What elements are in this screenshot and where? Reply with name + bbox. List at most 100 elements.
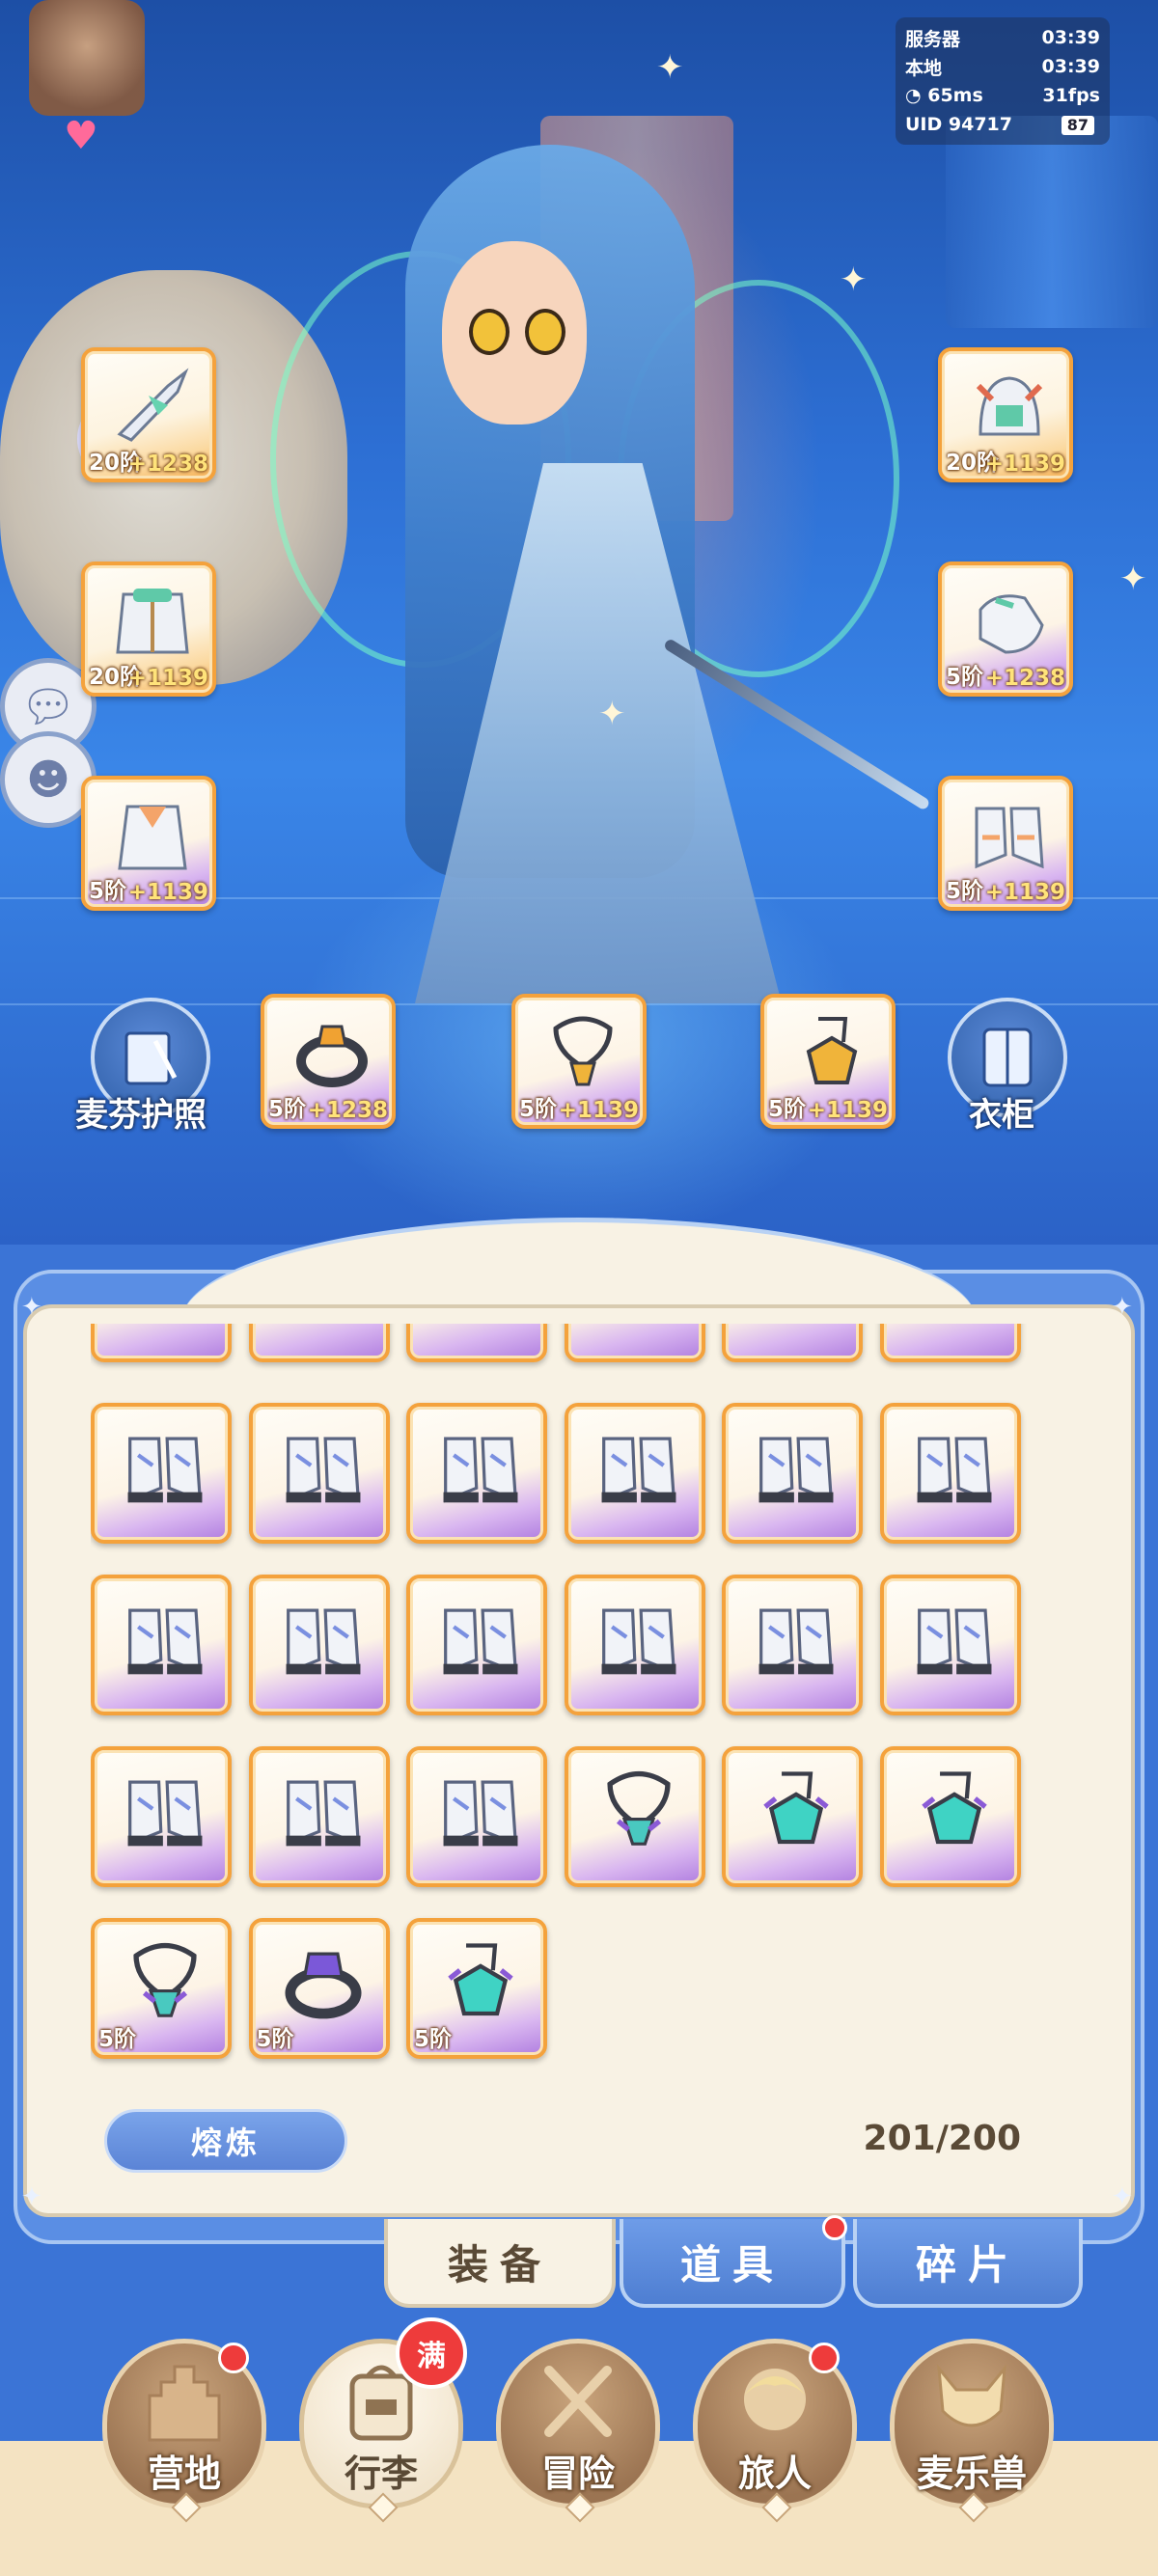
item-frame [879, 1575, 1021, 1715]
smelt-button[interactable]: 熔炼 [104, 2109, 347, 2173]
item-level: 5阶 [946, 665, 984, 690]
boots-icon [758, 1608, 834, 1675]
equip-slot-pendant[interactable]: 5阶 +1139 [760, 994, 896, 1129]
item-bonus: +1139 [558, 1098, 639, 1123]
item-frame [722, 1746, 863, 1887]
item-frame [91, 1575, 232, 1715]
inventory-slot[interactable] [879, 1575, 1021, 1715]
item-frame [406, 1746, 547, 1887]
item-level: 5阶 [256, 2027, 294, 2052]
traveler-icon [744, 2369, 806, 2430]
item-frame [248, 1746, 390, 1887]
notification-dot [809, 2343, 840, 2373]
crossed-swords-icon [544, 2366, 612, 2437]
inventory-slot[interactable] [722, 1575, 863, 1715]
inventory-slot[interactable] [91, 1575, 232, 1715]
item-frame: 5阶 [91, 1918, 232, 2059]
local-time: 03:39 [1041, 56, 1100, 77]
equip-slot-ring[interactable]: 5阶 +1238 [261, 994, 396, 1129]
inventory-slot[interactable] [564, 1403, 705, 1544]
inventory-slot[interactable] [91, 1746, 232, 1887]
boots-icon [758, 1437, 834, 1503]
equip-slot-weapon[interactable]: 20阶 +1238 [81, 347, 216, 482]
background-pillar [946, 116, 1158, 328]
inventory-slot[interactable]: 5阶 [248, 1918, 390, 2059]
armor-icon [116, 589, 189, 654]
cape-icon [118, 805, 187, 870]
corner-star-icon: ✦ [21, 2182, 42, 2211]
corner-star-icon: ✦ [1112, 1293, 1133, 1322]
inventory-grid: 5阶 5阶 5阶 [91, 1324, 1056, 2076]
inventory-slot-clipped[interactable] [91, 1324, 232, 1362]
wardrobe-label: 衣柜 [969, 1096, 1034, 1135]
equip-slot-cape[interactable]: 5阶 +1139 [81, 776, 216, 911]
nav-label: 冒险 [540, 2453, 615, 2495]
pendant-icon [763, 1771, 829, 1845]
item-frame [564, 1403, 705, 1544]
item-frame [91, 1324, 232, 1362]
inventory-slot[interactable] [248, 1746, 390, 1887]
pendant-icon [921, 1771, 987, 1845]
inventory-slot[interactable] [722, 1746, 863, 1887]
nav-label: 营地 [147, 2453, 221, 2495]
equip-slot-helmet[interactable]: 20阶 +1139 [938, 347, 1073, 482]
tab-fragments[interactable]: 碎片 [853, 2219, 1083, 2308]
equip-slot-gloves[interactable]: 5阶 +1238 [938, 562, 1073, 697]
inventory-slot-clipped[interactable] [248, 1324, 390, 1362]
nav-adventure[interactable]: 冒险 [496, 2339, 660, 2508]
item-frame [248, 1403, 390, 1544]
inventory-slot[interactable] [406, 1746, 547, 1887]
tab-items[interactable]: 道具 [620, 2219, 845, 2308]
server-time: 03:39 [1041, 27, 1100, 48]
equip-slot-necklace[interactable]: 5阶 +1139 [511, 994, 647, 1129]
inventory-slot-clipped[interactable] [406, 1324, 547, 1362]
sparkle-icon: ✦ [840, 260, 868, 299]
nav-label: 行李 [344, 2453, 418, 2495]
heart-icon: ♥ [64, 114, 98, 158]
pendant-icon [448, 1943, 513, 2016]
boots-icon [443, 1608, 518, 1675]
item-bonus: +1139 [127, 880, 208, 905]
pet-icon [937, 2364, 1006, 2427]
item-bonus: +1139 [984, 880, 1065, 905]
inventory-slot[interactable] [248, 1403, 390, 1544]
inventory-slot[interactable] [564, 1575, 705, 1715]
equip-slot-boots[interactable]: 5阶 +1139 [938, 776, 1073, 911]
inventory-slot[interactable]: 5阶 [406, 1918, 547, 2059]
inventory-slot[interactable] [406, 1575, 547, 1715]
boots-icon [443, 1437, 518, 1503]
status-overlay: 服务器 03:39 本地 03:39 ◔ 65ms 31fps UID 94717 87 [896, 17, 1110, 145]
inventory-slot[interactable] [248, 1575, 390, 1715]
notification-dot [218, 2343, 249, 2373]
item-frame [879, 1403, 1021, 1544]
nav-pet[interactable]: 麦乐兽 [890, 2339, 1054, 2508]
tab-equipment[interactable]: 装备 [384, 2219, 616, 2308]
inventory-slot[interactable] [879, 1403, 1021, 1544]
item-frame [564, 1575, 705, 1715]
equip-slot-armor[interactable]: 20阶 +1139 [81, 562, 216, 697]
item-level: 5阶 [89, 879, 127, 904]
character-eye [525, 309, 565, 355]
sparkle-icon: ✦ [598, 695, 626, 733]
item-bonus: +1238 [984, 666, 1065, 691]
inventory-slot[interactable] [91, 1403, 232, 1544]
inventory-slot-clipped[interactable] [879, 1324, 1021, 1362]
item-bonus: +1238 [127, 452, 208, 477]
inventory-slot[interactable] [406, 1403, 547, 1544]
boots-icon [286, 1608, 360, 1675]
corner-star-icon: ✦ [1112, 2182, 1133, 2211]
boots-icon [127, 1437, 203, 1503]
inventory-slot-clipped[interactable] [564, 1324, 705, 1362]
inventory-slot[interactable] [564, 1746, 705, 1887]
item-bonus: +1139 [984, 452, 1065, 477]
inventory-slot[interactable] [879, 1746, 1021, 1887]
boots-icon [975, 807, 1044, 869]
fps-value: 31fps [1042, 85, 1100, 106]
inventory-slot[interactable] [722, 1403, 863, 1544]
inventory-slot-clipped[interactable] [722, 1324, 863, 1362]
item-frame: 5阶 [248, 1918, 390, 2059]
sparkle-icon: ✦ [1119, 560, 1147, 598]
necklace-icon [133, 1943, 197, 2017]
item-frame [406, 1324, 547, 1362]
inventory-slot[interactable]: 5阶 [91, 1918, 232, 2059]
